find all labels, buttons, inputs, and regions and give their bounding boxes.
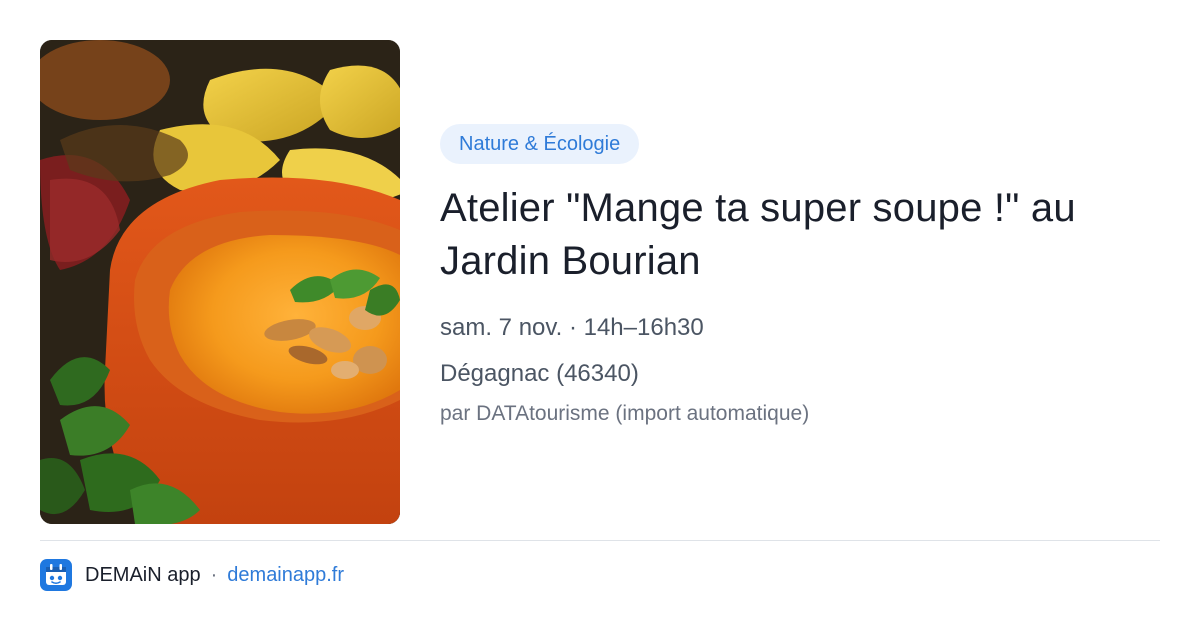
event-title[interactable]: Atelier "Mange ta super soupe !" au Jard… [440, 182, 1160, 288]
event-details: Nature & Écologie Atelier "Mange ta supe… [440, 124, 1160, 429]
footer-separator: · [210, 563, 218, 586]
app-domain-link[interactable]: demainapp.fr [227, 564, 344, 587]
demain-app-icon[interactable] [40, 559, 72, 591]
event-image[interactable] [40, 40, 400, 524]
event-location: Dégagnac (46340) [440, 360, 639, 387]
footer-divider [40, 540, 1160, 541]
event-datetime: sam. 7 nov. · 14h–16h30 [440, 314, 704, 341]
event-source: par DATAtourisme (import automatique) [440, 402, 810, 425]
footer: DEMAiN app · demainapp.fr [40, 558, 344, 592]
category-badge[interactable]: Nature & Écologie [440, 124, 640, 164]
app-name: DEMAiN app [85, 563, 201, 586]
